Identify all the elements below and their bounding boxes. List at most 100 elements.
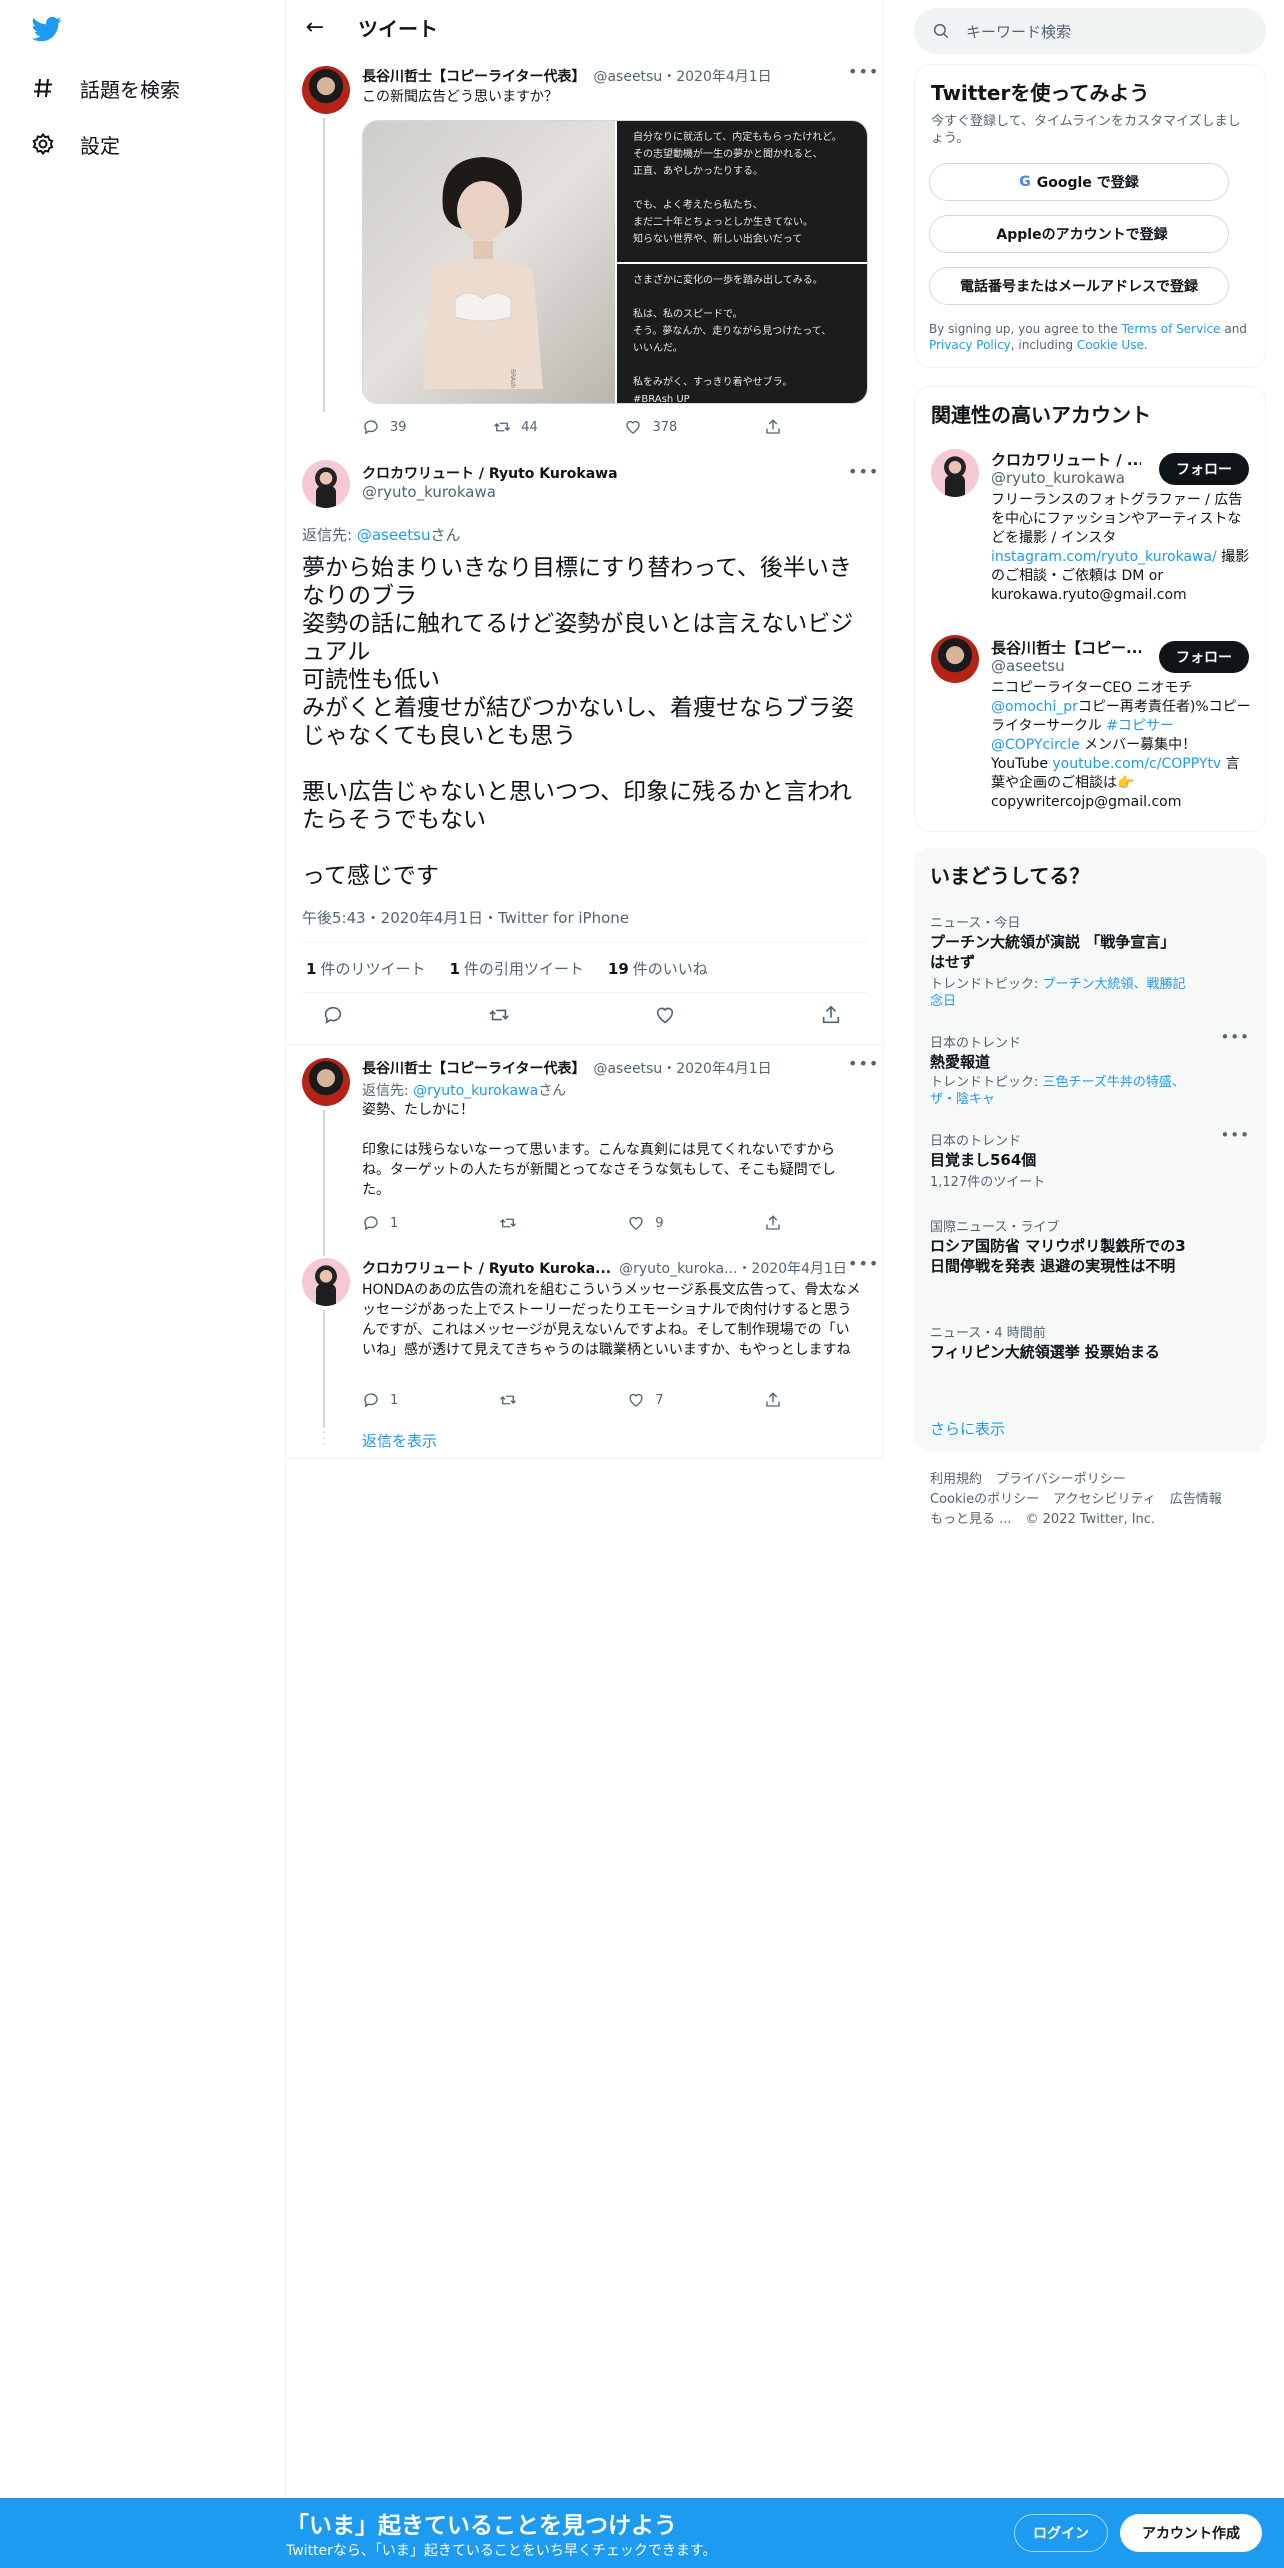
footer-link-accessibility[interactable]: アクセシビリティ xyxy=(1053,1492,1156,1507)
trend-title: 目覚まし564個 xyxy=(930,1151,1037,1169)
show-replies-link[interactable]: 返信を表示 xyxy=(362,1430,437,1451)
bio-link[interactable]: #コピサー xyxy=(1106,718,1174,734)
more-options-icon[interactable]: ••• xyxy=(1220,1126,1250,1144)
account-bio: ニコピーライターCEO ニオモチ@omochi_prコピー再考責任者)%コピーラ… xyxy=(991,679,1253,812)
tweet-timestamp[interactable]: 午後5:43・2020年4月1日・Twitter for iPhone xyxy=(302,907,629,928)
reply-icon[interactable] xyxy=(322,1004,344,1026)
reply-button[interactable]: 1 xyxy=(362,1391,398,1409)
author-name[interactable]: クロカワリュート / Ryuto Kuroka... xyxy=(362,1261,611,1277)
trend-label: ニュース・今日 xyxy=(930,916,1021,931)
phone-signup-button[interactable]: 電話番号またはメールアドレスで登録 xyxy=(929,267,1229,305)
follow-button[interactable]: フォロー xyxy=(1159,641,1249,673)
terms-link[interactable]: Terms of Service xyxy=(1122,322,1221,336)
more-options-icon[interactable]: ••• xyxy=(848,62,879,81)
trend-label: 日本のトレンド xyxy=(930,1134,1022,1149)
retweet-button[interactable] xyxy=(499,1391,527,1409)
share-button[interactable] xyxy=(764,1391,782,1409)
tweet-date[interactable]: ・2020年4月1日 xyxy=(737,1261,846,1277)
more-options-icon[interactable]: ••• xyxy=(848,1054,879,1073)
author-handle[interactable]: @aseetsu xyxy=(593,1061,662,1077)
account-name[interactable]: 長谷川哲士【コピー... xyxy=(991,637,1141,658)
share-button[interactable] xyxy=(764,1214,782,1232)
bio-link[interactable]: instagram.com/ryuto_kurokawa/ xyxy=(991,549,1217,565)
cookie-link[interactable]: Cookie Use xyxy=(1077,338,1144,352)
follow-button[interactable]: フォロー xyxy=(1159,453,1249,485)
author-name[interactable]: 長谷川哲士【コピーライター代表】 xyxy=(362,69,585,85)
avatar[interactable] xyxy=(302,460,350,508)
author-name[interactable]: クロカワリュート / Ryuto Kurokawa xyxy=(362,466,618,482)
trend-sub: トレンドトピック: 三色チーズ牛丼の特盛、ザ・陰キャ xyxy=(930,1074,1190,1108)
signup-card-subtitle: 今すぐ登録して、タイムラインをカスタマイズしましょう。 xyxy=(931,114,1241,146)
footer-link-privacy[interactable]: プライバシーポリシー xyxy=(996,1472,1126,1487)
google-signup-label: Google で登録 xyxy=(1036,175,1139,191)
share-icon[interactable] xyxy=(820,1004,842,1026)
svg-text:BRAsh UP: BRAsh UP xyxy=(509,369,516,389)
heart-icon[interactable] xyxy=(654,1004,676,1026)
trend-sub: 1,127件のツイート xyxy=(930,1175,1046,1190)
bio-link[interactable]: youtube.com/c/COPPYtv xyxy=(1052,756,1221,772)
reply-to-handle-link[interactable]: @ryuto_kurokawa xyxy=(413,1083,538,1099)
account-handle[interactable]: @aseetsu xyxy=(991,657,1065,675)
login-button[interactable]: ログイン xyxy=(1014,2514,1108,2552)
gear-icon xyxy=(30,131,56,157)
avatar[interactable] xyxy=(302,66,350,114)
nav-explore[interactable]: 話題を検索 xyxy=(30,68,180,108)
account-name[interactable]: クロカワリュート / ... xyxy=(991,449,1141,470)
search-input[interactable]: キーワード検索 xyxy=(914,8,1266,54)
bio-link[interactable]: @COPYcircle xyxy=(991,737,1080,753)
account-handle[interactable]: @ryuto_kurokawa xyxy=(991,469,1125,487)
thread-line xyxy=(323,1310,325,1428)
apple-signup-button[interactable]: Appleのアカウントで登録 xyxy=(929,215,1229,253)
media-text-panel-top[interactable]: 自分なりに就活して、内定ももらったけれど。 その志望動機が一生の夢かと聞かれると… xyxy=(617,121,867,262)
share-button[interactable] xyxy=(764,418,782,436)
bottom-bar-subtitle: Twitterなら、「いま」起きていることをいち早くチェックできます。 xyxy=(286,2543,717,2559)
like-stat[interactable]: 19 件のいいね xyxy=(608,958,708,979)
footer-link-more[interactable]: もっと見る ... xyxy=(930,1512,1012,1527)
quote-stat[interactable]: 1 件の引用ツイート xyxy=(449,958,583,979)
privacy-link[interactable]: Privacy Policy xyxy=(929,338,1011,352)
more-options-icon[interactable]: ••• xyxy=(848,1254,879,1273)
tweet-actions: 1 7 xyxy=(362,1391,782,1409)
media-text-panel-bottom[interactable]: さまざかに変化の一歩を踏み出してみる。 私は、私のスピードで。 そう。夢なんか、… xyxy=(617,264,867,403)
like-button[interactable]: 7 xyxy=(627,1391,664,1409)
like-count: 7 xyxy=(655,1392,664,1408)
hashtag-icon xyxy=(30,75,56,101)
show-more-link[interactable]: さらに表示 xyxy=(930,1418,1005,1439)
bio-link[interactable]: @omochi_pr xyxy=(991,699,1078,715)
tweet-date[interactable]: ・2020年4月1日 xyxy=(662,1061,771,1077)
more-options-icon[interactable]: ••• xyxy=(848,462,879,481)
tweet-stats: 1 件のリツイート 1 件の引用ツイート 19 件のいいね xyxy=(306,958,708,979)
retweet-icon[interactable] xyxy=(488,1004,510,1026)
media-photo[interactable]: BRAsh UP xyxy=(363,121,615,403)
avatar[interactable] xyxy=(931,635,979,683)
avatar[interactable] xyxy=(931,449,979,497)
avatar[interactable] xyxy=(302,1058,350,1106)
author-handle[interactable]: @aseetsu xyxy=(593,69,662,85)
legal-text: . xyxy=(1143,338,1148,352)
retweet-button[interactable] xyxy=(499,1214,527,1232)
author-name[interactable]: 長谷川哲士【コピーライター代表】 xyxy=(362,1061,585,1077)
retweet-button[interactable]: 44 xyxy=(493,418,538,436)
reply-to-handle-link[interactable]: @aseetsu xyxy=(357,526,431,544)
reply-button[interactable]: 1 xyxy=(362,1214,398,1232)
more-options-icon[interactable]: ••• xyxy=(1220,1028,1250,1046)
footer-link-ads[interactable]: 広告情報 xyxy=(1170,1492,1222,1507)
avatar[interactable] xyxy=(302,1258,350,1306)
author-handle[interactable]: @ryuto_kuroka... xyxy=(619,1261,737,1277)
tweet-media[interactable]: BRAsh UP 自分なりに就活して、内定ももらったけれど。 その志望動機が一生… xyxy=(362,120,868,404)
back-arrow-icon[interactable]: ← xyxy=(300,13,330,41)
twitter-bird-icon[interactable] xyxy=(30,14,66,46)
like-button[interactable]: 378 xyxy=(624,418,677,436)
reply-button[interactable]: 39 xyxy=(362,418,407,436)
like-button[interactable]: 9 xyxy=(627,1214,664,1232)
nav-settings[interactable]: 設定 xyxy=(30,124,120,164)
tweet-header: 長谷川哲士【コピーライター代表】 @aseetsu・2020年4月1日 xyxy=(362,66,772,86)
google-signup-button[interactable]: G Google で登録 xyxy=(929,163,1229,201)
create-account-button[interactable]: アカウント作成 xyxy=(1120,2514,1262,2552)
footer-link-terms[interactable]: 利用規約 xyxy=(930,1472,982,1487)
tweet-date[interactable]: ・2020年4月1日 xyxy=(662,69,771,85)
footer-link-cookie[interactable]: Cookieのポリシー xyxy=(930,1492,1039,1507)
trend-sub-prefix: トレンドトピック: xyxy=(930,977,1043,992)
author-handle[interactable]: @ryuto_kurokawa xyxy=(362,483,496,501)
retweet-stat[interactable]: 1 件のリツイート xyxy=(306,958,425,979)
